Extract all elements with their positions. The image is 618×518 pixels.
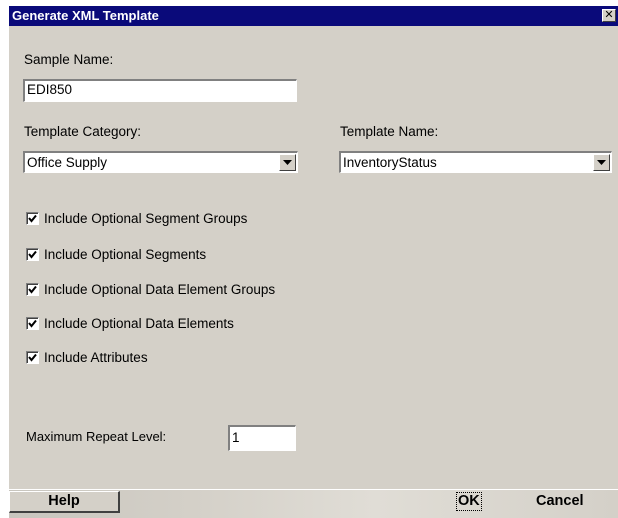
close-button[interactable]: ✕ bbox=[602, 9, 616, 22]
max-repeat-level-input[interactable]: 1 bbox=[228, 425, 296, 451]
template-category-value: Office Supply bbox=[27, 155, 108, 170]
window-title: Generate XML Template bbox=[12, 8, 159, 23]
option-label: Include Attributes bbox=[44, 350, 148, 365]
template-category-dropdown-button[interactable] bbox=[279, 154, 296, 171]
chevron-down-icon bbox=[283, 160, 292, 165]
template-name-select[interactable]: InventoryStatus bbox=[339, 151, 612, 173]
template-name-label: Template Name: bbox=[340, 124, 439, 139]
button-bar: Help OK Cancel bbox=[9, 489, 618, 518]
checkmark-icon bbox=[28, 214, 37, 223]
checkbox[interactable] bbox=[26, 283, 39, 296]
chevron-down-icon bbox=[597, 160, 606, 165]
ok-button[interactable]: OK bbox=[456, 492, 482, 511]
cancel-button[interactable]: Cancel bbox=[536, 493, 584, 510]
checkbox[interactable] bbox=[26, 248, 39, 261]
max-repeat-level-label: Maximum Repeat Level: bbox=[26, 429, 167, 444]
template-category-select[interactable]: Office Supply bbox=[23, 151, 298, 173]
option-label: Include Optional Segments bbox=[44, 247, 207, 262]
checkmark-icon bbox=[28, 319, 37, 328]
checkmark-icon bbox=[28, 250, 37, 259]
checkbox[interactable] bbox=[26, 212, 39, 225]
template-name-dropdown-button[interactable] bbox=[593, 154, 610, 171]
help-button[interactable]: Help bbox=[9, 491, 120, 513]
sample-name-input[interactable]: EDI850 bbox=[23, 79, 297, 102]
close-icon: ✕ bbox=[604, 9, 614, 21]
checkmark-icon bbox=[28, 353, 37, 362]
option-label: Include Optional Data Element Groups bbox=[44, 282, 276, 297]
checkmark-icon bbox=[28, 285, 37, 294]
option-label: Include Optional Data Elements bbox=[44, 316, 234, 331]
checkbox[interactable] bbox=[26, 351, 39, 364]
sample-name-label: Sample Name: bbox=[24, 52, 114, 67]
checkbox[interactable] bbox=[26, 317, 39, 330]
option-label: Include Optional Segment Groups bbox=[44, 211, 248, 226]
template-name-value: InventoryStatus bbox=[343, 155, 437, 170]
title-bar[interactable]: Generate XML Template ✕ bbox=[9, 6, 618, 26]
generate-xml-template-dialog: Generate XML Template ✕ Sample Name: EDI… bbox=[8, 5, 618, 518]
template-category-label: Template Category: bbox=[24, 124, 142, 139]
